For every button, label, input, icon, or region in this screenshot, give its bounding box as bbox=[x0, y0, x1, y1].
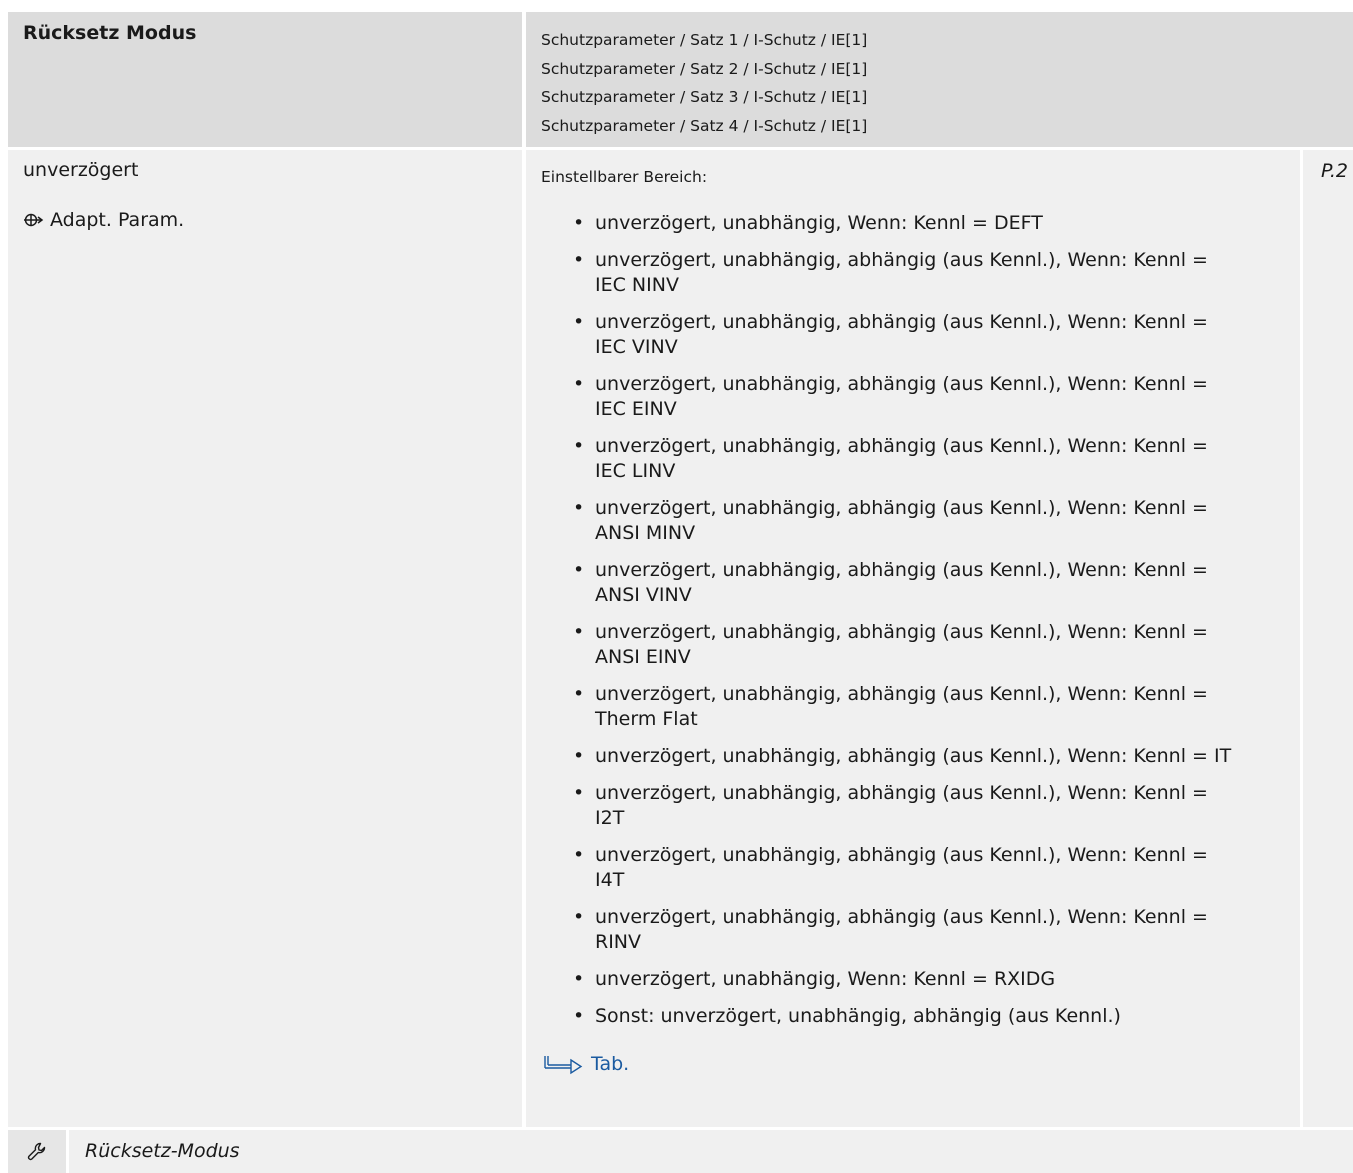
adaptive-parameter-indicator: Adapt. Param. bbox=[23, 208, 522, 232]
cross-reference-arrow-icon bbox=[544, 1056, 583, 1075]
adaptive-parameter-label: Adapt. Param. bbox=[50, 209, 185, 231]
table-reference-label[interactable]: Tab. bbox=[591, 1052, 629, 1076]
list-item: unverzögert, unabhängig, abhängig (aus K… bbox=[541, 558, 1241, 608]
list-item: unverzögert, unabhängig, abhängig (aus K… bbox=[541, 248, 1241, 298]
adaptive-param-icon bbox=[24, 213, 44, 227]
default-value: unverzögert bbox=[23, 159, 139, 181]
list-item: unverzögert, unabhängig, abhängig (aus K… bbox=[541, 620, 1241, 670]
setting-range-list: unverzögert, unabhängig, Wenn: Kennl = D… bbox=[541, 211, 1300, 1029]
list-item: unverzögert, unabhängig, abhängig (aus K… bbox=[541, 843, 1241, 893]
list-item: unverzögert, unabhängig, abhängig (aus K… bbox=[541, 682, 1241, 732]
parameter-table: Rücksetz Modus Schutzparameter / Satz 1 … bbox=[0, 0, 1353, 1173]
parameter-title: Rücksetz Modus bbox=[23, 22, 197, 44]
list-item: unverzögert, unabhängig, Wenn: Kennl = R… bbox=[541, 967, 1241, 992]
list-item: unverzögert, unabhängig, Wenn: Kennl = D… bbox=[541, 211, 1241, 236]
wrench-icon bbox=[27, 1142, 46, 1160]
parameter-description: Rücksetz-Modus bbox=[85, 1140, 240, 1162]
parameter-name-cell: Rücksetz Modus bbox=[8, 12, 522, 147]
footer-description-cell: Rücksetz-Modus bbox=[69, 1130, 1353, 1173]
menu-path: Schutzparameter / Satz 4 / I-Schutz / IE… bbox=[541, 116, 868, 135]
setting-range-label: Einstellbarer Bereich: bbox=[541, 168, 708, 186]
default-value-cell: unverzögert Adapt. Param. bbox=[8, 150, 522, 1127]
parameter-code-cell: P.2 bbox=[1303, 150, 1353, 1127]
menu-path: Schutzparameter / Satz 3 / I-Schutz / IE… bbox=[541, 88, 868, 106]
list-item: unverzögert, unabhängig, abhängig (aus K… bbox=[541, 496, 1241, 546]
menu-path: Schutzparameter / Satz 1 / I-Schutz / IE… bbox=[541, 31, 868, 49]
setting-range-cell: Einstellbarer Bereich: unverzögert, unab… bbox=[526, 150, 1300, 1127]
parameter-code: P.2 bbox=[1321, 160, 1348, 182]
list-item: unverzögert, unabhängig, abhängig (aus K… bbox=[541, 905, 1241, 955]
list-item: unverzögert, unabhängig, abhängig (aus K… bbox=[541, 434, 1241, 484]
footer-icon-cell bbox=[8, 1130, 66, 1173]
list-item: unverzögert, unabhängig, abhängig (aus K… bbox=[541, 372, 1241, 422]
menu-path-cell: Schutzparameter / Satz 1 / I-Schutz / IE… bbox=[526, 12, 1353, 147]
table-reference-link[interactable]: Tab. bbox=[541, 1052, 1300, 1076]
list-item: Sonst: unverzögert, unabhängig, abhängig… bbox=[541, 1004, 1241, 1029]
list-item: unverzögert, unabhängig, abhängig (aus K… bbox=[541, 310, 1241, 360]
list-item: unverzögert, unabhängig, abhängig (aus K… bbox=[541, 744, 1241, 769]
menu-path: Schutzparameter / Satz 2 / I-Schutz / IE… bbox=[541, 59, 868, 78]
list-item: unverzögert, unabhängig, abhängig (aus K… bbox=[541, 781, 1241, 831]
